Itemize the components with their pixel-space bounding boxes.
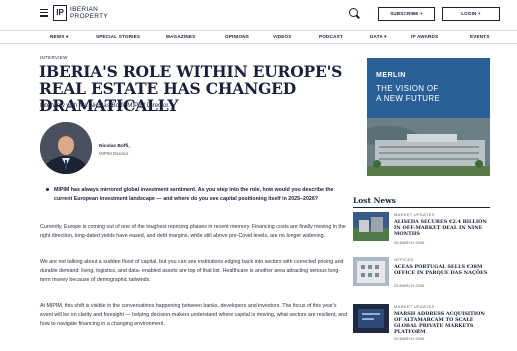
lost-news-title-3[interactable]: MARSH ADDRESS ACQUISITION OF ALTAMARCAM … <box>394 311 490 335</box>
lost-news-thumbnail-1[interactable] <box>353 212 389 241</box>
logo-line-1: IBERIAN <box>70 6 99 13</box>
lost-news-title-2[interactable]: ACEAS PORTUGAL SELLS €38M OFFICE IN PARQ… <box>394 264 490 276</box>
thumbnail-image <box>353 212 389 241</box>
lost-news-title-1[interactable]: ALISEDA SECURES €2.4 BILLION IN OFF-MARK… <box>394 219 490 237</box>
author-portrait <box>40 122 92 174</box>
nav-item-special-stories[interactable]: SPECIAL STORIES <box>96 34 140 39</box>
lead-question: MIPIM has always mirrored global investm… <box>54 187 334 202</box>
login-button[interactable]: LOGIN + <box>442 7 500 21</box>
lost-news-category-3: MARKET UPDATES <box>394 304 435 309</box>
article-subhead: Interview with Mr. Nicolas Boffi, MIPIM … <box>40 102 170 109</box>
lost-news-heading: Lost News <box>353 196 396 205</box>
lost-news-date-3: 20 MARCH 2026 <box>394 336 425 341</box>
lost-news-thumbnail-2[interactable] <box>353 257 389 286</box>
author-role: MIPIM Director <box>99 151 129 156</box>
logo-mark: IP <box>53 5 67 21</box>
subscribe-button[interactable]: SUBSCRIBE + <box>378 7 435 21</box>
lost-news-category-2: OFFICES <box>394 257 414 262</box>
search-icon[interactable] <box>349 8 358 17</box>
article-kicker: INTERVIEW <box>40 55 68 60</box>
nav-item-ip-awards[interactable]: IP AWARDS <box>411 34 438 39</box>
main-nav: NEWS ▾ SPECIAL STORIES MAGAZINES OPINION… <box>0 30 517 44</box>
top-bar: IP IBERIAN PROPERTY SUBSCRIBE + LOGIN + <box>0 0 517 30</box>
hamburger-menu-icon[interactable] <box>40 9 48 17</box>
ad-line-2: A NEW FUTURE <box>376 94 441 103</box>
lost-news-date-2: 23 MARCH 2026 <box>394 283 425 288</box>
nav-item-videos[interactable]: VIDEOS <box>273 34 292 39</box>
site-logo[interactable]: IP IBERIAN PROPERTY <box>53 5 108 21</box>
question-bullet <box>46 188 49 191</box>
article-paragraph-2: We are not talking about a sudden flood … <box>40 259 344 283</box>
nav-item-opinions[interactable]: OPINIONS <box>225 34 249 39</box>
lost-news-divider <box>353 207 490 208</box>
lost-news-thumbnail-3[interactable] <box>353 304 389 333</box>
thumbnail-image <box>353 257 389 286</box>
nav-item-podcast[interactable]: PODCAST <box>319 34 343 39</box>
thumbnail-image <box>353 304 389 333</box>
nav-item-news[interactable]: NEWS ▾ <box>50 34 69 40</box>
lost-news-category-1: MARKET UPDATES <box>394 212 435 217</box>
ad-line-1: THE VISION OF <box>376 84 439 93</box>
ad-brand: MERLIN <box>376 72 406 79</box>
article-paragraph-1: Currently, Europe is coming out of one o… <box>40 224 346 239</box>
author-photo <box>40 122 92 174</box>
nav-item-events[interactable]: EVENTS <box>470 34 490 39</box>
author-name: Nicolas Boffi, <box>99 144 130 149</box>
ad-headline: THE VISION OF A NEW FUTURE <box>376 84 440 104</box>
nav-item-magazines[interactable]: MAGAZINES <box>166 34 195 39</box>
nav-item-data[interactable]: DATA ▾ <box>370 34 387 40</box>
article-paragraph-3: At MIPIM, this shift is visible in the c… <box>40 303 348 327</box>
lost-news-date-1: 25 MARCH 2026 <box>394 240 425 245</box>
logo-line-2: PROPERTY <box>70 13 109 20</box>
merlin-advertisement[interactable]: MERLIN THE VISION OF A NEW FUTURE <box>367 58 490 176</box>
